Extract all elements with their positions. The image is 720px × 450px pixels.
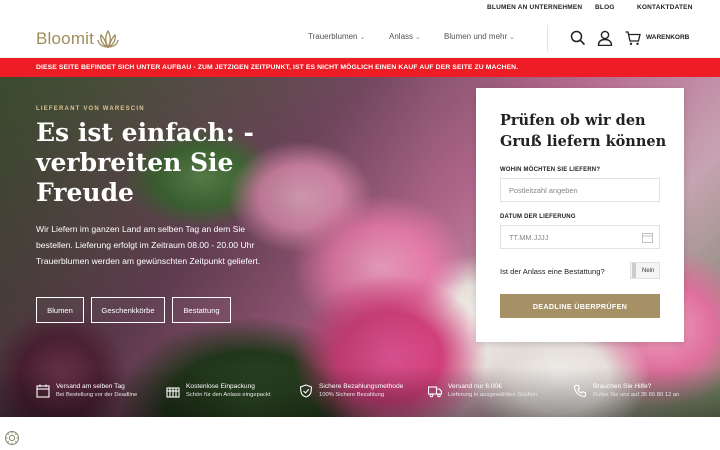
- link-business-flowers[interactable]: BLUMEN AN UNTERNEHMEN: [487, 4, 582, 11]
- nav-label: Blumen und mehr: [444, 32, 508, 41]
- funeral-toggle[interactable]: Nein: [630, 262, 660, 279]
- nav-anlass[interactable]: Anlass ⌄: [389, 32, 421, 41]
- calendar-icon[interactable]: [642, 232, 653, 243]
- search-icon[interactable]: [570, 30, 586, 46]
- link-contact[interactable]: KONTAKTDATEN: [637, 4, 693, 11]
- nav-trauerblumen[interactable]: Trauerblumen ⌄: [308, 32, 365, 41]
- feature-title: Kostenlose Einpackung: [186, 383, 255, 390]
- chevron-down-icon: ⌄: [359, 33, 366, 41]
- top-utility-bar: BLUMEN AN UNTERNEHMEN BLOG KONTAKTDATEN: [0, 0, 720, 18]
- feature-title: Versand am selben Tag: [56, 383, 125, 390]
- nav-label: Anlass: [389, 32, 414, 41]
- divider: [547, 25, 548, 51]
- gift-icon: [166, 387, 180, 398]
- feature-title: Versand nur 6.00€: [448, 383, 502, 390]
- feature-item: Versand am selben Tag Bei Bestellung vor…: [36, 382, 137, 400]
- cart-icon[interactable]: [625, 30, 641, 46]
- construction-notice: DIESE SEITE BEFINDET SICH UNTER AUFBAU -…: [0, 58, 720, 77]
- feature-item: Kostenlose Einpackung Schön für den Anla…: [166, 382, 270, 400]
- postcode-label: WOHIN MÖCHTEN SIE LIEFERN?: [500, 167, 601, 173]
- postcode-placeholder: Postleitzahl angeben: [509, 186, 578, 195]
- feature-subtitle: Bei Bestellung vor der Deadline: [56, 392, 138, 398]
- feature-title: Sichere Bezahlungsmethode: [319, 383, 404, 390]
- lotus-logo-icon: [97, 30, 119, 48]
- nav-blumen-und-mehr[interactable]: Blumen und mehr ⌄: [444, 32, 515, 41]
- date-label: DATUM DER LIEFERUNG: [500, 214, 576, 220]
- logo[interactable]: Bloomit: [36, 27, 119, 51]
- link-blog[interactable]: BLOG: [595, 4, 615, 11]
- toggle-label: Nein: [642, 267, 655, 274]
- toggle-knob: [632, 263, 636, 278]
- calendar-icon: [36, 384, 50, 398]
- feature-subtitle: 100% Sichere Bezahlung: [319, 392, 385, 398]
- blumen-button[interactable]: Blumen: [36, 297, 84, 323]
- card-title: Prüfen ob wir den Gruß liefern können: [500, 112, 667, 150]
- nav-label: Trauerblumen: [308, 32, 358, 41]
- chevron-down-icon: ⌄: [415, 33, 421, 41]
- feature-title: Brauchen Sie Hilfe?: [593, 383, 652, 390]
- funeral-question: Ist der Anlass eine Bestattung?: [500, 267, 605, 276]
- main-header: Bloomit Trauerblumen ⌄ Anlass ⌄ Blumen u…: [0, 18, 720, 58]
- phone-icon: [573, 384, 587, 398]
- basket-label[interactable]: WARENKORB: [646, 34, 689, 41]
- feature-item: Brauchen Sie Hilfe? Rufen Sie uns auf 35…: [573, 382, 679, 400]
- truck-icon: [428, 386, 442, 398]
- postcode-input[interactable]: Postleitzahl angeben: [500, 178, 660, 202]
- hero-eyebrow: LIEFERANT VON WARESCIN: [36, 106, 145, 112]
- cookie-settings-icon[interactable]: [4, 430, 20, 446]
- feature-subtitle: Schön für den Anlass eingepackt: [186, 392, 271, 398]
- feature-subtitle: Rufen Sie uns auf 35 65 80 12 an: [593, 392, 680, 398]
- feature-strip: Versand am selben Tag Bei Bestellung vor…: [0, 382, 720, 412]
- feature-item: Sichere Bezahlungsmethode 100% Sichere B…: [299, 382, 403, 400]
- date-input[interactable]: TT.MM.JJJJ: [500, 225, 660, 249]
- check-deadline-button[interactable]: DEADLINE ÜBERPRÜFEN: [500, 294, 660, 318]
- bestattung-button[interactable]: Bestattung: [172, 297, 231, 323]
- hero-title: Es ist einfach: - verbreiten Sie Freude: [36, 118, 254, 207]
- date-placeholder: TT.MM.JJJJ: [509, 233, 549, 242]
- user-icon[interactable]: [597, 30, 613, 46]
- logo-text: Bloomit: [36, 29, 95, 48]
- hero-description: Wir Liefern im ganzen Land am selben Tag…: [36, 224, 261, 266]
- feature-item: Versand nur 6.00€ Lieferung in ausgewähl…: [428, 382, 537, 400]
- shield-icon: [299, 384, 313, 398]
- geschenkkoerbe-button[interactable]: Geschenkkörbe: [91, 297, 165, 323]
- chevron-down-icon: ⌄: [509, 33, 516, 41]
- feature-subtitle: Lieferung in ausgewählten Städten: [448, 392, 538, 398]
